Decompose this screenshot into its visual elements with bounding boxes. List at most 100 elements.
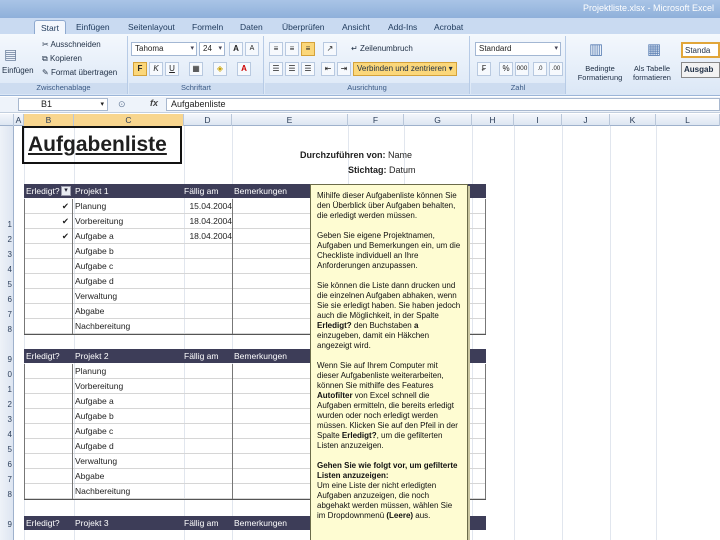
tab-seitenlayout[interactable]: Seitenlayout (128, 20, 175, 34)
check-cell[interactable] (24, 409, 73, 424)
task-cell[interactable]: Verwaltung (74, 454, 174, 469)
tab-acrobat[interactable]: Acrobat (434, 20, 463, 34)
row-header[interactable]: 1 (0, 220, 14, 229)
check-cell[interactable] (24, 364, 73, 379)
row-header[interactable]: 5 (0, 445, 14, 454)
name-box[interactable]: B1 ▾ (18, 98, 108, 111)
task-cell[interactable]: Verwaltung (74, 289, 174, 304)
task-cell[interactable]: Planung (74, 364, 174, 379)
currency-icon[interactable]: ₣ (477, 62, 491, 76)
row-header[interactable]: 9 (0, 520, 14, 529)
cut-button[interactable]: ✂ Ausschneiden (42, 40, 101, 49)
column-header-l[interactable]: L (656, 114, 720, 126)
align-top-icon[interactable]: ≡ (269, 42, 283, 56)
conditional-format-icon[interactable]: ▥ (589, 40, 603, 58)
column-header-h[interactable]: H (472, 114, 514, 126)
tab-daten[interactable]: Daten (240, 20, 263, 34)
task-cell[interactable]: Planung (74, 199, 174, 214)
worksheet[interactable]: Aufgabenliste Durchzuführen von: Name St… (14, 126, 720, 540)
task-cell[interactable]: Aufgabe b (74, 409, 174, 424)
row-header[interactable]: 1 (0, 385, 14, 394)
task-cell[interactable]: Aufgabe a (74, 394, 174, 409)
underline-button[interactable]: U (165, 62, 179, 76)
check-cell[interactable]: ✔ (24, 199, 73, 214)
check-cell[interactable] (24, 319, 73, 334)
row-header[interactable]: 8 (0, 490, 14, 499)
column-header-k[interactable]: K (610, 114, 656, 126)
sheet-title[interactable]: Aufgabenliste (22, 126, 182, 164)
paste-button[interactable]: Einfügen (2, 66, 34, 75)
header-project-name[interactable]: Projekt 2 (75, 349, 109, 363)
check-cell[interactable] (24, 469, 73, 484)
italic-button[interactable]: K (149, 62, 163, 76)
check-cell[interactable] (24, 274, 73, 289)
row-header[interactable]: 7 (0, 310, 14, 319)
percent-button[interactable]: % (499, 62, 513, 76)
meta-value-name[interactable]: Name (388, 150, 412, 160)
format-as-table-button[interactable]: Als Tabelle formatieren (627, 64, 677, 82)
check-cell[interactable] (24, 439, 73, 454)
header-project-name[interactable]: Projekt 1 (75, 184, 109, 198)
column-header-c[interactable]: C (74, 114, 184, 126)
column-header-a[interactable]: A (14, 114, 24, 126)
due-cell[interactable]: 18.04.2004 (184, 229, 232, 244)
decrease-decimal-icon[interactable]: .00 (549, 62, 563, 76)
row-header[interactable]: 3 (0, 250, 14, 259)
column-header-g[interactable]: G (404, 114, 472, 126)
check-cell[interactable]: ✔ (24, 229, 73, 244)
row-header[interactable]: 2 (0, 235, 14, 244)
font-size-select[interactable]: 24 ▾ (199, 42, 225, 56)
align-middle-icon[interactable]: ≡ (285, 42, 299, 56)
check-cell[interactable] (24, 454, 73, 469)
style-standard[interactable]: Standa (681, 42, 720, 58)
task-cell[interactable]: Nachbereitung (74, 319, 174, 334)
check-cell[interactable] (24, 379, 73, 394)
select-all-corner[interactable] (0, 114, 14, 126)
task-cell[interactable]: Aufgabe c (74, 424, 174, 439)
check-cell[interactable] (24, 484, 73, 499)
filter-dropdown-icon[interactable]: ▾ (61, 186, 71, 196)
tab-formeln[interactable]: Formeln (192, 20, 223, 34)
align-center-icon[interactable]: ☰ (285, 62, 299, 76)
tab-ansicht[interactable]: Ansicht (342, 20, 370, 34)
due-cell[interactable]: 15.04.2004 (184, 199, 232, 214)
thousands-button[interactable]: 000 (515, 62, 529, 76)
row-header[interactable]: 6 (0, 295, 14, 304)
increase-indent-icon[interactable]: ⇥ (337, 62, 351, 76)
align-left-icon[interactable]: ☰ (269, 62, 283, 76)
due-cell[interactable]: 18.04.2004 (184, 214, 232, 229)
check-cell[interactable] (24, 289, 73, 304)
task-cell[interactable]: Aufgabe b (74, 244, 174, 259)
tab-add-ins[interactable]: Add-Ins (388, 20, 417, 34)
check-cell[interactable] (24, 394, 73, 409)
column-header-i[interactable]: I (514, 114, 562, 126)
check-cell[interactable] (24, 259, 73, 274)
style-ausgabe[interactable]: Ausgab (681, 62, 720, 78)
task-cell[interactable]: Aufgabe d (74, 439, 174, 454)
row-header[interactable]: 6 (0, 460, 14, 469)
wrap-text-button[interactable]: ↵ Zeilenumbruch (351, 44, 413, 53)
task-cell[interactable]: Aufgabe c (74, 259, 174, 274)
paste-icon[interactable]: ▤ (4, 46, 17, 63)
format-as-table-icon[interactable]: ▦ (647, 40, 661, 58)
row-header[interactable]: 2 (0, 400, 14, 409)
check-cell[interactable] (24, 244, 73, 259)
row-header[interactable]: 7 (0, 475, 14, 484)
task-cell[interactable]: Vorbereitung (74, 214, 174, 229)
column-header-e[interactable]: E (232, 114, 348, 126)
check-cell[interactable]: ✔ (24, 214, 73, 229)
header-project-name[interactable]: Projekt 3 (75, 516, 109, 530)
task-cell[interactable]: Abgabe (74, 469, 174, 484)
column-header-j[interactable]: J (562, 114, 610, 126)
font-name-select[interactable]: Tahoma ▾ (131, 42, 197, 56)
column-header-f[interactable]: F (348, 114, 404, 126)
column-header-d[interactable]: D (184, 114, 232, 126)
row-header[interactable]: 9 (0, 355, 14, 364)
row-header[interactable]: 5 (0, 280, 14, 289)
fill-color-icon[interactable]: ◈ (213, 62, 227, 76)
font-color-button[interactable]: A (237, 62, 251, 76)
formula-input[interactable]: Aufgabenliste (166, 98, 720, 111)
align-right-icon[interactable]: ☰ (301, 62, 315, 76)
row-header[interactable]: 8 (0, 325, 14, 334)
number-format-select[interactable]: Standard ▾ (475, 42, 561, 56)
